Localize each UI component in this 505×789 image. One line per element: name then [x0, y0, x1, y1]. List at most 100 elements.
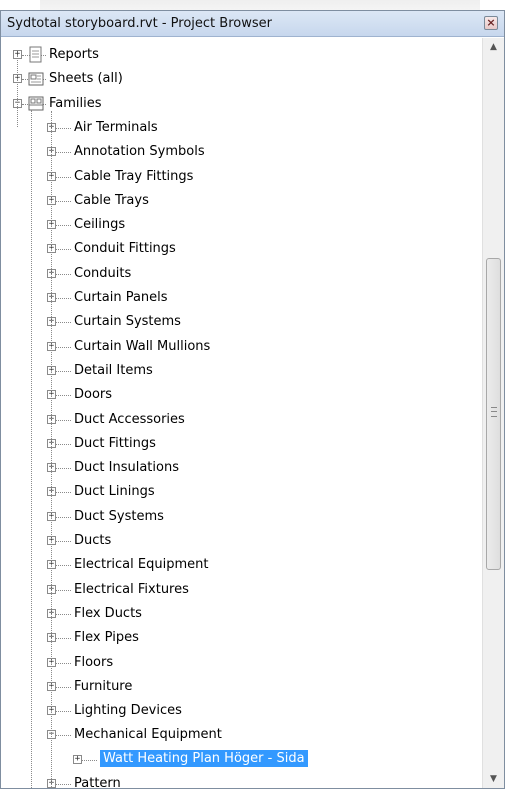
tree-item-sheets-all-[interactable]: + Sheets (all) — [1, 68, 481, 92]
tree-connector — [56, 784, 71, 785]
tree-connector — [56, 395, 71, 397]
family-category[interactable]: + Duct Systems — [1, 506, 481, 530]
title-bar[interactable]: Sydtotal storyboard.rvt - Project Browse… — [1, 11, 504, 37]
family-category[interactable]: + Curtain Wall Mullions — [1, 336, 481, 360]
family-category-label: Doors — [74, 387, 113, 403]
scroll-down-arrow-icon[interactable]: ▼ — [483, 770, 504, 788]
vertical-scrollbar[interactable]: ▲ ▼ — [482, 38, 504, 788]
family-category[interactable]: + Ducts — [1, 530, 481, 554]
family-category[interactable]: + Duct Fittings — [1, 433, 481, 457]
family-category[interactable]: + Floors — [1, 652, 481, 676]
family-category-label: Curtain Systems — [74, 314, 181, 330]
family-category-label: Pattern — [74, 776, 121, 788]
family-category-label: Ceilings — [74, 217, 126, 233]
tree-connector — [56, 468, 71, 470]
family-category[interactable]: + Duct Accessories — [1, 409, 481, 433]
family-category-label: Curtain Panels — [74, 290, 168, 305]
family-category[interactable]: + Doors — [1, 384, 481, 408]
family-category-label: Duct Insulations — [74, 460, 179, 476]
project-browser-window: Sydtotal storyboard.rvt - Project Browse… — [0, 10, 505, 789]
report-icon — [28, 46, 44, 64]
tree-connector — [56, 443, 71, 445]
family-category[interactable]: + Annotation Symbols — [1, 141, 481, 165]
expand-icon[interactable]: + — [73, 754, 82, 764]
tree-item-label: Reports — [49, 47, 99, 62]
family-category-label: Annotation Symbols — [74, 144, 205, 160]
family-category-label: Air Terminals — [74, 119, 158, 135]
family-category[interactable]: + Pattern — [1, 773, 481, 788]
family-category[interactable]: + Conduits — [1, 263, 481, 287]
family-category-label: Conduits — [74, 265, 132, 281]
family-category-label: Floors — [74, 654, 114, 670]
tree-item-families[interactable]: − Families — [1, 93, 481, 117]
tree-connector — [56, 225, 71, 227]
family-category[interactable]: + Air Terminals — [1, 117, 481, 141]
family-category[interactable]: + Flex Pipes — [1, 627, 481, 651]
family-category-label: Duct Linings — [74, 484, 155, 500]
tree-guide-line — [17, 55, 18, 127]
family-category[interactable]: + Flex Ducts — [1, 603, 481, 627]
tree-connector — [56, 127, 71, 129]
close-button[interactable]: × — [484, 16, 498, 30]
family-category-label: Lighting Devices — [74, 703, 182, 719]
family-type-selected[interactable]: + Watt Heating Plan Höger - Sida — [1, 749, 481, 773]
project-tree[interactable]: + Reports + Sheets (all) − Families + Air Termi… — [1, 38, 481, 788]
family-category[interactable]: + Furniture — [1, 676, 481, 700]
scroll-up-arrow-icon[interactable]: ▲ — [483, 38, 504, 56]
family-category-label: Duct Fittings — [74, 435, 156, 451]
family-category-label: Electrical Fixtures — [74, 581, 189, 597]
family-category-label: Conduit Fittings — [74, 241, 176, 257]
tree-connector — [56, 662, 71, 664]
family-category[interactable]: + Conduit Fittings — [1, 238, 481, 262]
tree-connector — [56, 492, 71, 494]
family-category[interactable]: + Cable Tray Fittings — [1, 166, 481, 190]
tree-connector — [56, 298, 71, 299]
family-category[interactable]: + Duct Linings — [1, 481, 481, 505]
family-category[interactable]: + Duct Insulations — [1, 457, 481, 481]
background-window-titlebar — [40, 0, 480, 10]
family-category[interactable]: + Curtain Systems — [1, 311, 481, 335]
family-category[interactable]: + Cable Trays — [1, 190, 481, 214]
family-category[interactable]: + Ceilings — [1, 214, 481, 238]
family-type-label: Watt Heating Plan Höger - Sida — [100, 749, 308, 767]
family-category-label: Cable Trays — [74, 192, 149, 208]
tree-item-label: Families — [49, 95, 102, 111]
tree-item-label: Sheets (all) — [49, 71, 123, 87]
tree-item-reports[interactable]: + Reports — [1, 44, 481, 68]
family-category-label: Furniture — [74, 678, 133, 694]
sheets-icon — [28, 70, 44, 88]
tree-connector — [56, 711, 71, 713]
family-category-label: Duct Accessories — [74, 411, 185, 427]
tree-guide-line — [31, 110, 32, 788]
family-category[interactable]: + Electrical Equipment — [1, 554, 481, 578]
background-window-edge — [0, 0, 505, 10]
family-category-label: Mechanical Equipment — [74, 727, 222, 743]
family-category[interactable]: + Curtain Panels — [1, 287, 481, 311]
tree-connector — [56, 589, 71, 591]
family-category[interactable]: + Detail Items — [1, 360, 481, 384]
tree-connector — [56, 565, 71, 567]
tree-connector — [56, 152, 71, 154]
family-category-label: Cable Tray Fittings — [74, 168, 194, 184]
family-category[interactable]: − Mechanical Equipment — [1, 724, 481, 748]
tree-connector — [56, 419, 71, 421]
family-category-label: Flex Pipes — [74, 630, 139, 646]
tree-connector — [56, 638, 71, 640]
family-category-label: Electrical Equipment — [74, 557, 209, 573]
tree-connector — [56, 346, 71, 348]
family-category[interactable]: + Electrical Fixtures — [1, 579, 481, 603]
family-category-label: Ducts — [74, 533, 112, 548]
tree-guide-line — [51, 110, 52, 788]
tree-connector — [56, 249, 71, 251]
family-category-label: Duct Systems — [74, 508, 164, 524]
window-title: Sydtotal storyboard.rvt - Project Browse… — [7, 16, 272, 31]
tree-connector — [82, 759, 97, 761]
tree-connector — [56, 686, 71, 688]
scrollbar-thumb[interactable] — [486, 258, 501, 570]
tree-connector — [56, 322, 71, 324]
tree-connector — [56, 273, 71, 275]
family-category[interactable]: + Lighting Devices — [1, 700, 481, 724]
tree-connector — [56, 613, 71, 615]
tree-connector — [56, 200, 71, 202]
grip-icon — [491, 407, 497, 417]
